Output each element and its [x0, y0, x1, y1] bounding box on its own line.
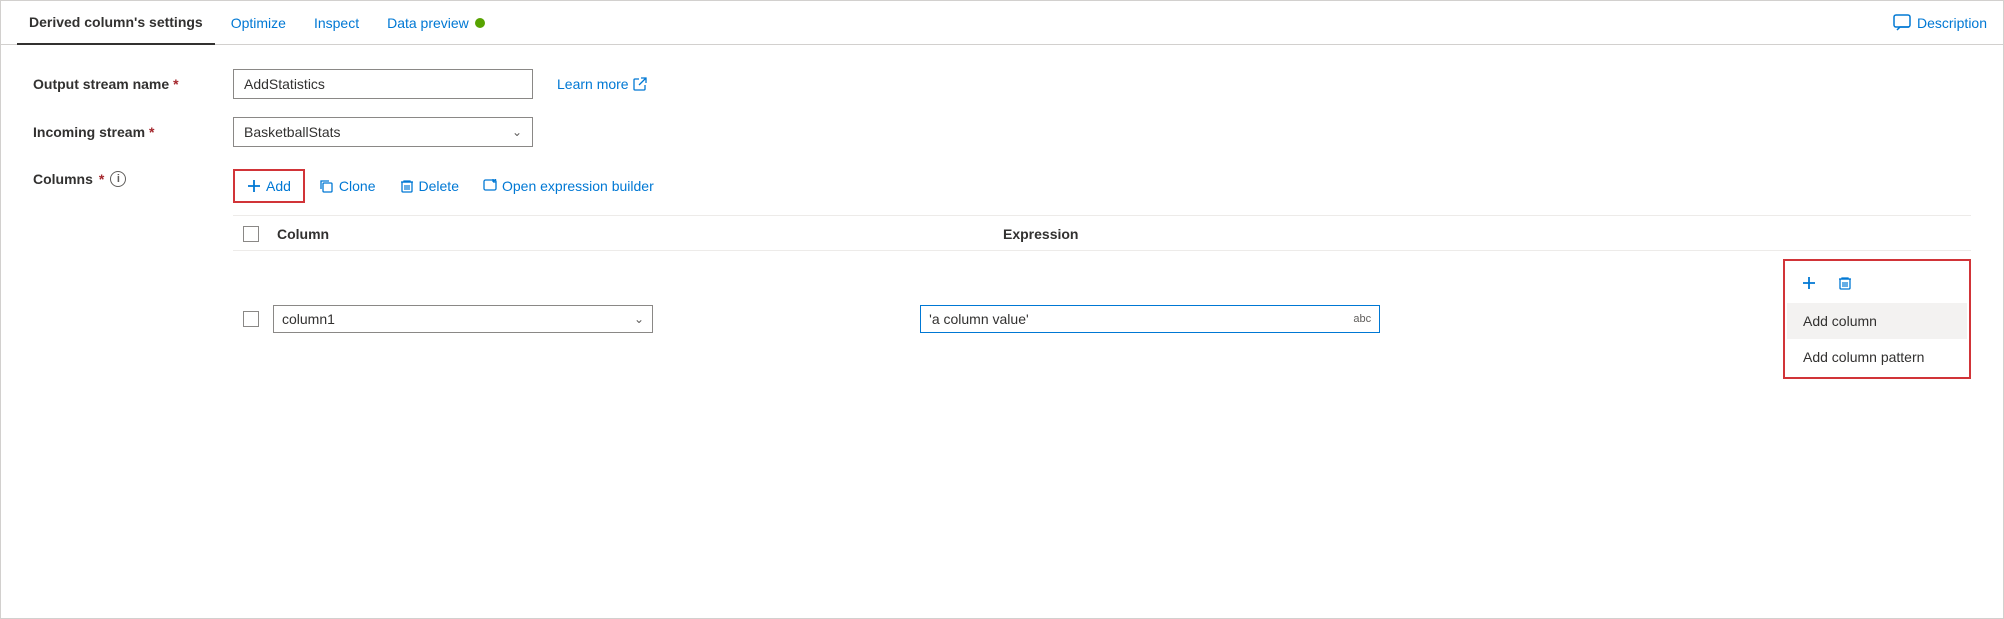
table-row: column1 ⌄ 'a column value' abc: [233, 250, 1971, 387]
column-dropdown-chevron: ⌄: [634, 312, 644, 326]
add-column-dropdown-menu: Add column Add column pattern: [1787, 303, 1967, 375]
toolbar: Add Clone: [233, 165, 1971, 216]
row-trash-icon: [1838, 276, 1852, 291]
tab-optimize-label: Optimize: [231, 15, 286, 31]
main-window: Derived column's settings Optimize Inspe…: [0, 0, 2004, 619]
row-actions-highlight: Add column Add column pattern: [1783, 259, 1971, 379]
tab-bar: Derived column's settings Optimize Inspe…: [1, 1, 2003, 45]
th-column: Column: [269, 226, 1003, 242]
row-actions: Add column Add column pattern: [1783, 259, 1971, 379]
external-link-icon: [633, 77, 647, 91]
tab-optimize[interactable]: Optimize: [219, 1, 298, 45]
expr-builder-icon: [483, 179, 497, 193]
abc-badge: abc: [1353, 313, 1371, 325]
output-stream-label: Output stream name *: [33, 76, 233, 92]
expr-builder-label: Open expression builder: [502, 178, 654, 194]
column-name-dropdown[interactable]: column1 ⌄: [273, 305, 653, 333]
tab-inspect[interactable]: Inspect: [302, 1, 371, 45]
th-expression: Expression: [1003, 226, 1971, 242]
add-label: Add: [266, 178, 291, 194]
plus-icon: [247, 179, 261, 193]
tab-inspect-label: Inspect: [314, 15, 359, 31]
add-button[interactable]: Add: [237, 173, 301, 199]
tab-settings-label: Derived column's settings: [29, 14, 203, 30]
delete-icon: [400, 179, 414, 194]
columns-info-icon[interactable]: i: [110, 171, 126, 187]
clone-icon: [319, 179, 334, 194]
expression-value: 'a column value': [929, 311, 1029, 327]
table-header: Column Expression: [233, 216, 1971, 250]
add-column-option[interactable]: Add column: [1787, 303, 1967, 339]
output-stream-input[interactable]: [233, 69, 533, 99]
tab-settings[interactable]: Derived column's settings: [17, 1, 215, 45]
description-label: Description: [1917, 15, 1987, 31]
delete-button[interactable]: Delete: [390, 173, 469, 199]
add-btn-highlight: Add: [233, 169, 305, 203]
learn-more-text: Learn more: [557, 76, 629, 92]
column-select-cell: column1 ⌄: [269, 305, 908, 333]
incoming-stream-dropdown[interactable]: BasketballStats ⌄: [233, 117, 533, 147]
columns-label: Columns * i: [33, 165, 233, 187]
incoming-stream-chevron: ⌄: [512, 125, 522, 139]
learn-more-link[interactable]: Learn more: [557, 76, 647, 92]
required-star-incoming: *: [149, 124, 154, 140]
tab-data-preview[interactable]: Data preview: [375, 1, 497, 45]
incoming-stream-value: BasketballStats: [244, 124, 341, 140]
row-checkbox[interactable]: [243, 311, 259, 327]
row-add-button[interactable]: [1793, 267, 1825, 299]
row-delete-button[interactable]: [1829, 267, 1861, 299]
columns-content: Add Clone: [233, 165, 1971, 387]
clone-label: Clone: [339, 178, 376, 194]
required-star-output: *: [173, 76, 178, 92]
tab-preview-label: Data preview: [387, 15, 469, 31]
incoming-stream-label: Incoming stream *: [33, 124, 233, 140]
incoming-stream-row: Incoming stream * BasketballStats ⌄: [33, 117, 1971, 147]
open-expression-builder-button[interactable]: Open expression builder: [473, 173, 664, 199]
clone-button[interactable]: Clone: [309, 173, 386, 199]
select-all-checkbox[interactable]: [243, 226, 259, 242]
delete-label: Delete: [419, 178, 459, 194]
th-check: [233, 226, 269, 242]
expression-cell: 'a column value' abc: [908, 305, 1767, 333]
required-star-columns: *: [99, 171, 104, 187]
description-icon: [1893, 14, 1911, 32]
row-checkbox-cell: [233, 311, 269, 327]
output-stream-row: Output stream name * Learn more: [33, 69, 1971, 99]
columns-label-row: Columns * i Add: [33, 165, 1971, 387]
add-column-pattern-option[interactable]: Add column pattern: [1787, 339, 1967, 375]
description-button[interactable]: Description: [1893, 14, 1987, 32]
status-dot: [475, 18, 485, 28]
content-area: Output stream name * Learn more Incoming…: [1, 45, 2003, 411]
columns-section: Columns * i Add: [33, 165, 1971, 387]
column-name-value: column1: [282, 311, 335, 327]
expression-input[interactable]: 'a column value' abc: [920, 305, 1380, 333]
row-plus-icon: [1802, 276, 1816, 290]
